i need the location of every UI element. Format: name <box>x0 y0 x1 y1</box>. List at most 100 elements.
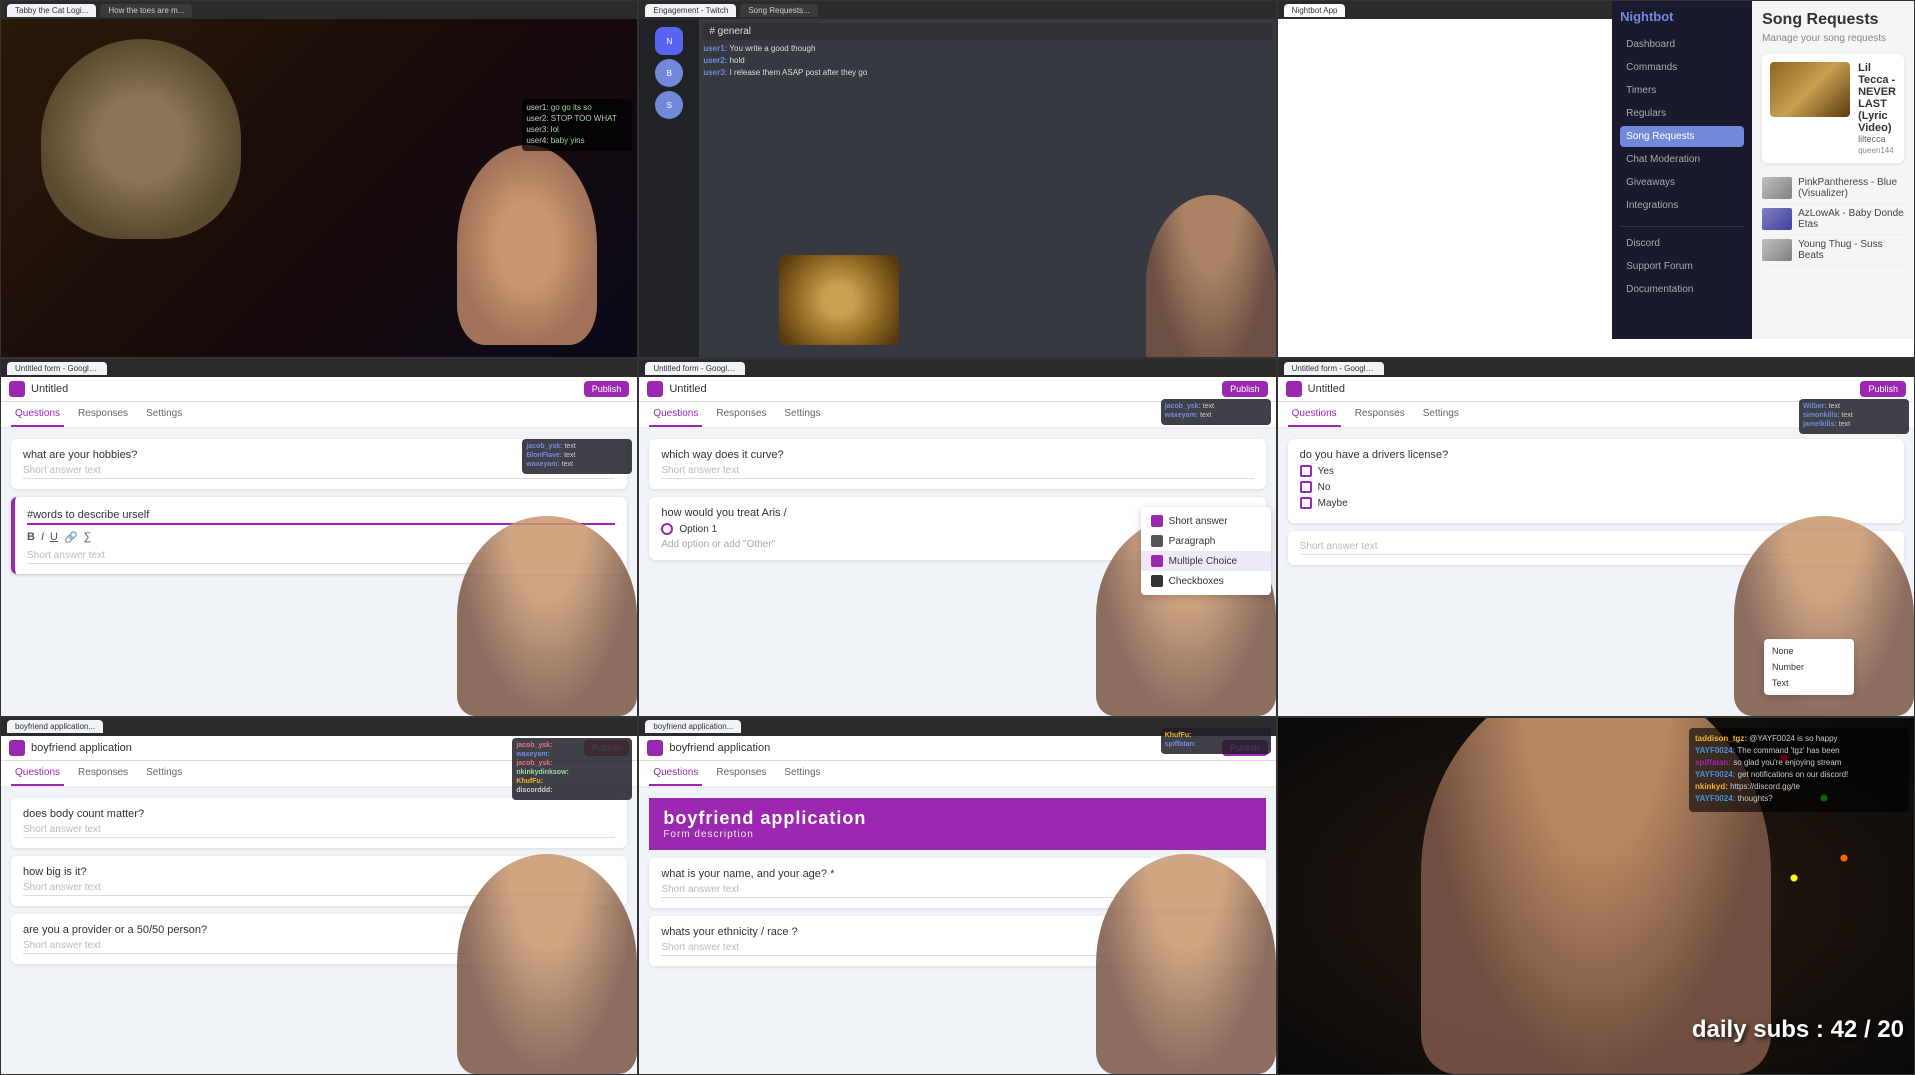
nav-item-giveaways[interactable]: Giveaways <box>1620 172 1744 193</box>
channel-header: # general <box>703 23 1271 40</box>
dropdown-item-paragraph[interactable]: Paragraph <box>1141 531 1271 551</box>
nav-item-timers[interactable]: Timers <box>1620 80 1744 101</box>
nav-item-regulars[interactable]: Regulars <box>1620 103 1744 124</box>
tab-settings-5[interactable]: Settings <box>780 402 824 427</box>
browser-tab-extra[interactable]: Song Requests... <box>740 4 817 17</box>
tab-responses-4[interactable]: Responses <box>74 402 132 427</box>
nav-item-song-requests[interactable]: Song Requests <box>1620 126 1744 147</box>
chat-floating-5: jacob_ysk: text waxeyam: text <box>1161 399 1271 425</box>
server-icons: N B S <box>643 27 695 119</box>
tab-questions-6[interactable]: Questions <box>1288 402 1341 427</box>
discord-username-2: user2: <box>703 56 727 65</box>
nav-item-discord[interactable]: Discord <box>1620 233 1744 254</box>
checkbox-maybe[interactable] <box>1300 497 1312 509</box>
tab-questions-8[interactable]: Questions <box>649 761 702 786</box>
nightbot-cell: Nightbot App Nightbot Dashboard Commands… <box>1277 0 1915 358</box>
nightbot-sidebar: Nightbot Dashboard Commands Timers Regul… <box>1612 1 1752 339</box>
discord-msg-3: user3: I release them ASAP post after th… <box>703 68 1271 77</box>
nav-item-integrations[interactable]: Integrations <box>1620 195 1744 216</box>
checkbox-option-maybe: Maybe <box>1300 497 1892 509</box>
form-title-8[interactable]: boyfriend application <box>669 742 770 754</box>
nav-item-documentation[interactable]: Documentation <box>1620 279 1744 300</box>
queue-thumb-1 <box>1762 177 1792 199</box>
nav-item-chat-moderation[interactable]: Chat Moderation <box>1620 149 1744 170</box>
bold-btn[interactable]: B <box>27 531 35 544</box>
browser-bar-2: Engagement - Twitch Song Requests... <box>639 1 1275 19</box>
queue-item-2: AzLowAk - Baby Donde Etas <box>1762 204 1904 235</box>
nightbot-main: Song Requests Manage your song requests … <box>1752 1 1914 339</box>
song-requests-title: Song Requests <box>1762 11 1904 29</box>
form-icon-8 <box>647 740 663 756</box>
tab-settings-8[interactable]: Settings <box>780 761 824 786</box>
underline-btn[interactable]: U <box>50 531 58 544</box>
publish-button-4[interactable]: Publish <box>584 381 630 397</box>
tab-responses-6[interactable]: Responses <box>1351 402 1409 427</box>
browser-tab-nightbot[interactable]: Nightbot App <box>1284 4 1346 17</box>
nav-item-support[interactable]: Support Forum <box>1620 256 1744 277</box>
server-icon-3[interactable]: S <box>655 91 683 119</box>
tab-questions-7[interactable]: Questions <box>11 761 64 786</box>
link-btn[interactable]: 🔗 <box>64 531 78 544</box>
tab-bf-app-8[interactable]: boyfriend application... <box>645 720 741 733</box>
tab-google-form-4[interactable]: Untitled form - Google... <box>7 362 107 375</box>
discord-username-3: user3: <box>703 68 727 77</box>
formula-btn[interactable]: ∑ <box>84 531 92 544</box>
nav-item-dashboard[interactable]: Dashboard <box>1620 34 1744 55</box>
cf8-line-2: spiffatan: <box>1165 741 1267 748</box>
song-info: Lil Tecca - NEVER LAST (Lyric Video) lil… <box>1858 62 1896 155</box>
stream-dark-bg: taddison_tgz: @YAYF0024 is so happy YAYF… <box>1278 718 1914 1074</box>
cf6-line-1: Wilber: text <box>1803 403 1905 410</box>
browser-tab-discord[interactable]: Engagement - Twitch <box>645 4 736 17</box>
tab-google-form-6[interactable]: Untitled form - Google... <box>1284 362 1384 375</box>
publish-button-5[interactable]: Publish <box>1222 381 1268 397</box>
form-title-6[interactable]: Untitled <box>1308 383 1345 395</box>
cf6-line-2: simonkills: text <box>1803 412 1905 419</box>
sdd-text[interactable]: Text <box>1764 675 1854 691</box>
dropdown-item-checkboxes[interactable]: Checkboxes <box>1141 571 1271 591</box>
song-thumbnail <box>1770 62 1850 117</box>
multiple-choice-icon <box>1151 555 1163 567</box>
dropdown-item-multiple[interactable]: Multiple Choice <box>1141 551 1271 571</box>
browser-tab-2[interactable]: How the toes are m... <box>100 4 192 17</box>
streamer-person-4 <box>457 516 637 716</box>
radio-circle-5-1[interactable] <box>661 523 673 535</box>
sdd-number[interactable]: Number <box>1764 659 1854 675</box>
checkbox-no[interactable] <box>1300 481 1312 493</box>
tab-settings-7[interactable]: Settings <box>142 761 186 786</box>
nav-item-commands[interactable]: Commands <box>1620 57 1744 78</box>
tab-settings-4[interactable]: Settings <box>142 402 186 427</box>
tab-settings-6[interactable]: Settings <box>1419 402 1463 427</box>
br-text-6: thoughts? <box>1738 794 1773 803</box>
form-title-7[interactable]: boyfriend application <box>31 742 132 754</box>
tab-questions-5[interactable]: Questions <box>649 402 702 427</box>
dropdown-item-short[interactable]: Short answer <box>1141 511 1271 531</box>
tab-bf-app-7[interactable]: boyfriend application... <box>7 720 103 733</box>
tab-responses-8[interactable]: Responses <box>712 761 770 786</box>
chat-line-2: user2: STOP TOO WHAT <box>526 114 628 123</box>
browser-bar-3: Nightbot App <box>1278 1 1612 19</box>
italic-btn[interactable]: I <box>41 531 44 544</box>
tab-responses-5[interactable]: Responses <box>712 402 770 427</box>
browser-bar-7: boyfriend application... <box>1 718 637 736</box>
queue-title-3: Young Thug - Suss Beats <box>1798 239 1904 261</box>
tab-responses-7[interactable]: Responses <box>74 761 132 786</box>
cf-line-2: BlonFlave: text <box>526 452 628 459</box>
checkbox-yes[interactable] <box>1300 465 1312 477</box>
tab-questions-4[interactable]: Questions <box>11 402 64 427</box>
browser-bar-4: Untitled form - Google... <box>1 359 637 377</box>
chat-floating-6: Wilber: text simonkills: text jamelkills… <box>1799 399 1909 434</box>
browser-tab-1[interactable]: Tabby the Cat Logi... <box>7 4 96 17</box>
publish-button-6[interactable]: Publish <box>1860 381 1906 397</box>
form-cell-6: Untitled form - Google... Untitled Publi… <box>1277 358 1915 716</box>
tab-google-form-5[interactable]: Untitled form - Google... <box>645 362 745 375</box>
sdd-none[interactable]: None <box>1764 643 1854 659</box>
discord-server-sidebar: N B S <box>639 19 699 358</box>
form-title-5[interactable]: Untitled <box>669 383 706 395</box>
queue-title-1: PinkPantheress - Blue (Visualizer) <box>1798 177 1904 199</box>
form-title-4[interactable]: Untitled <box>31 383 68 395</box>
cf8-line-1: KhufFu: <box>1165 732 1267 739</box>
server-icon-1[interactable]: N <box>655 27 683 55</box>
bf-app-description[interactable]: Form description <box>663 829 1251 840</box>
form-cell-7: boyfriend application... boyfriend appli… <box>0 717 638 1075</box>
server-icon-2[interactable]: B <box>655 59 683 87</box>
